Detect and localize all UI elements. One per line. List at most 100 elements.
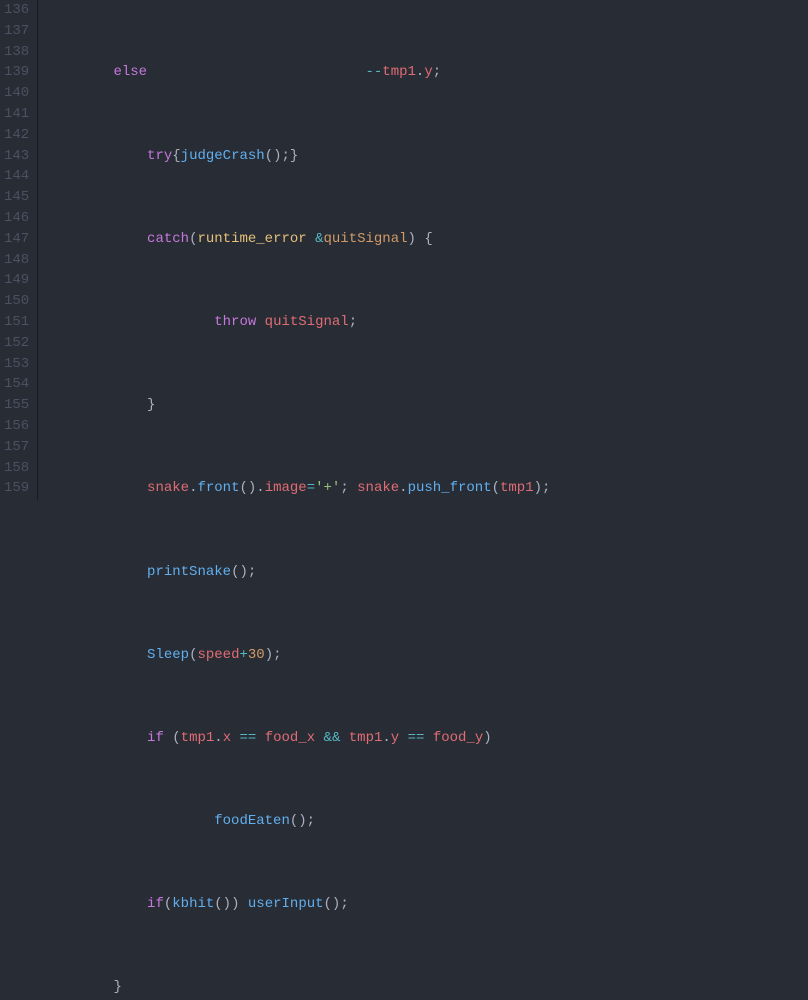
function-call: push_front [408,480,492,496]
dot: . [256,480,264,496]
operator: == [240,730,257,746]
line-number: 144 [4,166,29,187]
keyword-if: if [147,896,164,912]
space [256,314,264,330]
variable: tmp1 [181,730,215,746]
space [240,896,248,912]
code-line[interactable]: try{judgeCrash();} [46,146,550,167]
brace: { [172,148,180,164]
property: x [223,730,231,746]
code-line[interactable]: catch(runtime_error &quitSignal) { [46,229,550,250]
variable: snake [147,480,189,496]
line-number: 159 [4,478,29,499]
code-line[interactable]: Sleep(speed+30); [46,645,550,666]
line-number: 156 [4,416,29,437]
paren-close: ) [534,480,542,496]
indent [46,564,147,580]
line-number: 151 [4,312,29,333]
line-number: 148 [4,250,29,271]
parens: (); [265,148,290,164]
function-call: judgeCrash [181,148,265,164]
brace: } [290,148,298,164]
line-number: 141 [4,104,29,125]
operator: == [408,730,425,746]
number: 30 [248,647,265,663]
indent [46,148,147,164]
space [424,730,432,746]
keyword-try: try [147,148,172,164]
dot: . [214,730,222,746]
amp: & [315,231,323,247]
indent [46,231,147,247]
parens: () [214,896,231,912]
line-number: 152 [4,333,29,354]
indent [46,397,147,413]
paren-close: ); [265,647,282,663]
variable: snake [357,480,399,496]
variable: tmp1 [349,730,383,746]
function-call: front [197,480,239,496]
code-line[interactable]: } [46,395,550,416]
line-number: 139 [4,62,29,83]
code-area[interactable]: else --tmp1.y; try{judgeCrash();} catch(… [38,0,550,500]
line-number: 157 [4,437,29,458]
code-line[interactable]: snake.front().image='+'; snake.push_fron… [46,478,550,499]
keyword-catch: catch [147,231,189,247]
code-line[interactable]: else --tmp1.y; [46,62,550,83]
line-number: 155 [4,395,29,416]
brace: } [147,397,155,413]
param: quitSignal [324,231,408,247]
paren-close: ) [483,730,491,746]
space [399,730,407,746]
function-call: Sleep [147,647,189,663]
semicolon: ; [542,480,550,496]
operator: && [324,730,341,746]
keyword-else: else [113,64,147,80]
semicolon: ; [433,64,441,80]
line-number: 146 [4,208,29,229]
space [340,730,348,746]
space [307,231,315,247]
line-number: 158 [4,458,29,479]
line-number: 140 [4,83,29,104]
function-call: foodEaten [214,813,290,829]
paren-close: ) [231,896,239,912]
code-line[interactable]: } [46,977,550,998]
line-number: 150 [4,291,29,312]
line-number: 138 [4,42,29,63]
code-editor: 1361371381391401411421431441451461471481… [0,0,808,500]
operator: + [239,647,247,663]
parens: (); [324,896,349,912]
code-line[interactable]: foodEaten(); [46,811,550,832]
semicolon: ; [349,314,357,330]
string: '+' [315,480,340,496]
line-number: 153 [4,354,29,375]
line-number: 136 [4,0,29,21]
space [315,730,323,746]
line-number: 149 [4,270,29,291]
dot: . [399,480,407,496]
paren-open: ( [172,730,180,746]
brace: } [113,979,121,995]
operator: -- [365,64,382,80]
argument: tmp1 [500,480,534,496]
function-call: userInput [248,896,324,912]
semicolon: ; [340,480,348,496]
line-number-gutter: 1361371381391401411421431441451461471481… [0,0,38,500]
code-line[interactable]: if(kbhit()) userInput(); [46,894,550,915]
brace: { [424,231,432,247]
space [164,730,172,746]
variable: quitSignal [265,314,349,330]
code-line[interactable]: printSnake(); [46,562,550,583]
space [349,480,357,496]
keyword-throw: throw [214,314,256,330]
spacer [147,64,365,80]
code-line[interactable]: if (tmp1.x == food_x && tmp1.y == food_y… [46,728,550,749]
code-line[interactable]: throw quitSignal; [46,312,550,333]
property: y [391,730,399,746]
variable: food_x [265,730,315,746]
dot: . [382,730,390,746]
type: runtime_error [197,231,306,247]
indent [46,64,113,80]
parens: (); [231,564,256,580]
